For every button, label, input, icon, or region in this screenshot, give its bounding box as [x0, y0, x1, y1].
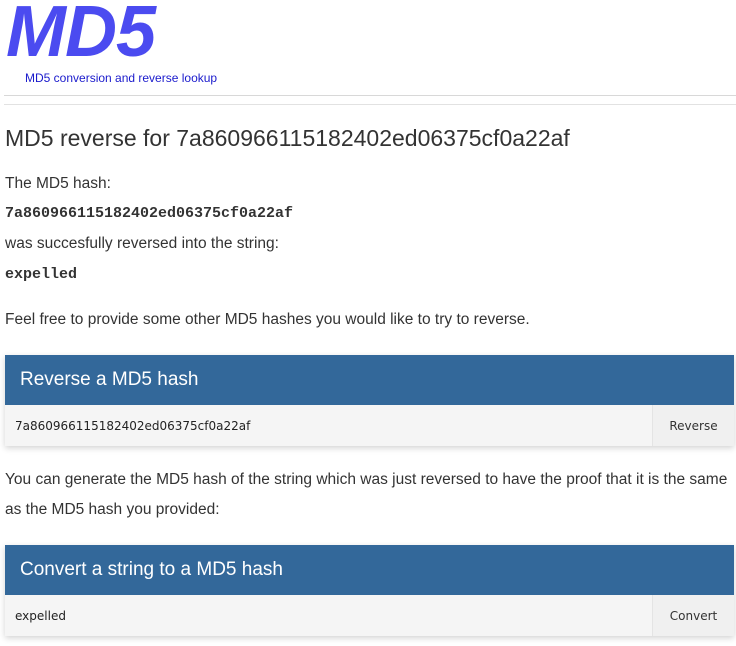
page: MD5 MD5 conversion and reverse lookup MD… [0, 0, 736, 646]
hash-value: 7a860966115182402ed06375cf0a22af [5, 205, 294, 222]
invite-text: Feel free to provide some other MD5 hash… [5, 311, 530, 328]
reverse-panel-heading: Reverse a MD5 hash [5, 355, 734, 405]
proof-text: You can generate the MD5 hash of the str… [5, 471, 728, 518]
header-divider [4, 95, 736, 96]
hash-input[interactable] [5, 405, 653, 446]
convert-panel: Convert a string to a MD5 hash Convert [5, 545, 734, 636]
reverse-panel: Reverse a MD5 hash Reverse [5, 355, 734, 446]
string-input[interactable] [5, 595, 653, 636]
convert-form: Convert [5, 595, 734, 636]
site-logo[interactable]: MD5 [6, 0, 156, 68]
reversed-value: expelled [5, 266, 78, 283]
hash-label: The MD5 hash: [5, 175, 111, 192]
page-title: MD5 reverse for 7a860966115182402ed06375… [5, 125, 570, 151]
reverse-form: Reverse [5, 405, 734, 446]
convert-button[interactable]: Convert [653, 595, 734, 636]
reverse-button[interactable]: Reverse [653, 405, 734, 446]
convert-panel-heading: Convert a string to a MD5 hash [5, 545, 734, 595]
site-tagline: MD5 conversion and reverse lookup [25, 71, 218, 85]
header-divider-secondary [4, 104, 736, 105]
reversed-label: was succesfully reversed into the string… [5, 235, 279, 252]
